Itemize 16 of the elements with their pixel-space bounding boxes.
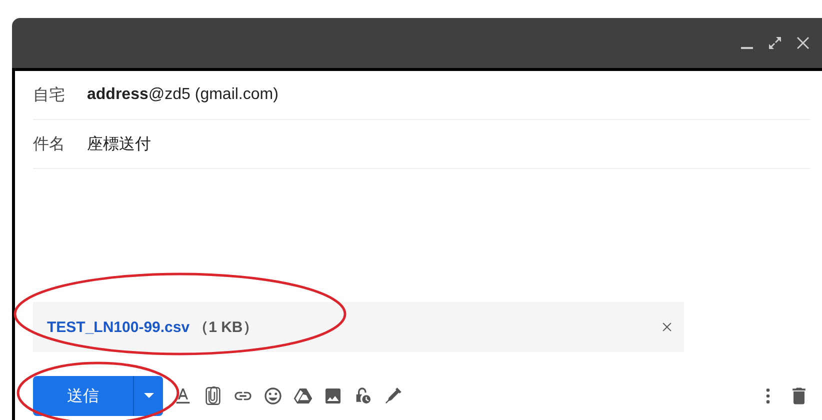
close-icon[interactable] xyxy=(796,36,810,50)
recipient-label: 自宅 xyxy=(33,86,66,106)
paperclip-icon[interactable] xyxy=(203,386,223,406)
attachment-name[interactable]: TEST_LN100-99.csv xyxy=(47,318,190,336)
subject-field[interactable]: 座標送付 xyxy=(87,134,151,154)
attachment-size: （1 KB） xyxy=(194,318,258,336)
image-icon[interactable] xyxy=(323,386,343,406)
pen-icon[interactable] xyxy=(383,386,403,406)
emoji-icon[interactable] xyxy=(263,386,283,406)
triangle-icon[interactable] xyxy=(293,386,313,406)
expand-icon[interactable] xyxy=(768,36,782,50)
attachment-chip[interactable]: TEST_LN100-99.csv （1 KB） xyxy=(33,302,684,352)
recipient-address[interactable]: address@zd5 (gmail.com) xyxy=(87,86,278,104)
remove-icon[interactable] xyxy=(662,322,672,332)
subject-label: 件名 xyxy=(33,134,66,154)
caret-icon xyxy=(144,393,154,399)
